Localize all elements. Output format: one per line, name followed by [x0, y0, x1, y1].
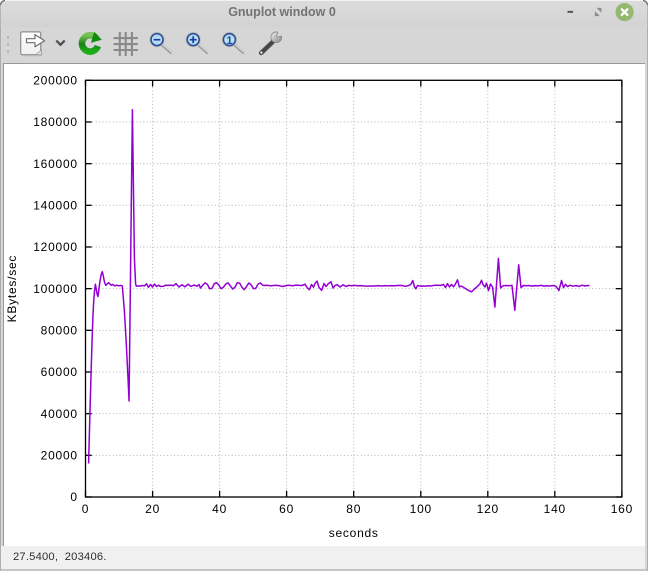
svg-text:20000: 20000: [41, 449, 78, 463]
svg-text:200000: 200000: [33, 74, 78, 88]
svg-text:0: 0: [82, 502, 89, 516]
svg-text:120000: 120000: [33, 240, 78, 254]
svg-text:seconds: seconds: [329, 526, 379, 540]
svg-text:60000: 60000: [41, 365, 78, 379]
svg-text:180000: 180000: [33, 115, 78, 129]
svg-text:60: 60: [279, 502, 294, 516]
svg-text:140000: 140000: [33, 199, 78, 213]
svg-text:KBytes/sec: KBytes/sec: [5, 255, 19, 323]
svg-text:100: 100: [410, 502, 432, 516]
svg-text:100000: 100000: [33, 282, 78, 296]
svg-text:80000: 80000: [41, 324, 78, 338]
svg-text:40: 40: [212, 502, 227, 516]
svg-text:40000: 40000: [41, 407, 78, 421]
svg-text:140: 140: [544, 502, 566, 516]
svg-text:120: 120: [477, 502, 499, 516]
svg-text:160: 160: [611, 502, 633, 516]
svg-text:160000: 160000: [33, 157, 78, 171]
svg-text:0: 0: [70, 490, 77, 504]
svg-text:80: 80: [346, 502, 361, 516]
svg-text:20: 20: [145, 502, 160, 516]
